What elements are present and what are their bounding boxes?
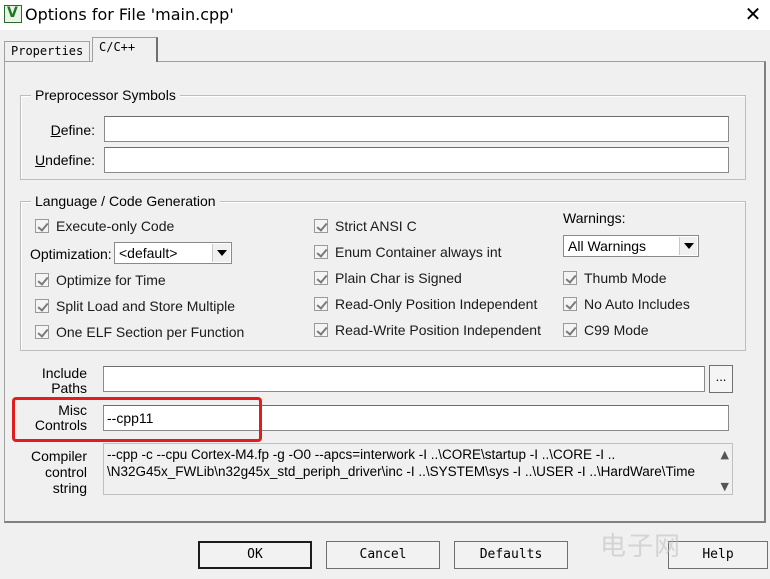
help-button[interactable]: Help (668, 541, 768, 569)
chevron-down-icon[interactable] (679, 237, 697, 255)
checkbox-icon (314, 323, 328, 337)
tab-properties[interactable]: Properties (4, 41, 90, 61)
checkbox-icon (35, 219, 49, 233)
define-label-text: efine: (60, 122, 95, 138)
scroll-down-icon[interactable]: ▼ (721, 478, 729, 494)
checkbox-icon (35, 273, 49, 287)
cancel-button[interactable]: Cancel (326, 541, 440, 569)
optimization-select[interactable]: <default> (114, 242, 232, 264)
checkbox-icon (35, 299, 49, 313)
include-paths-label: Include Paths (41, 365, 87, 396)
defaults-button[interactable]: Defaults (454, 541, 568, 569)
optimize-for-time-checkbox[interactable]: Optimize for Time (35, 272, 166, 288)
checkbox-icon (35, 325, 49, 339)
no-auto-includes-checkbox[interactable]: No Auto Includes (563, 296, 690, 312)
checkbox-icon (563, 297, 577, 311)
enum-container-checkbox[interactable]: Enum Container always int (314, 244, 502, 260)
warnings-label: Warnings: (563, 210, 626, 226)
language-code-generation-label: Language / Code Generation (31, 193, 220, 209)
split-load-store-checkbox[interactable]: Split Load and Store Multiple (35, 298, 235, 314)
preprocessor-symbols-label: Preprocessor Symbols (31, 87, 180, 103)
ok-button[interactable]: OK (198, 541, 312, 569)
include-paths-input[interactable] (103, 366, 705, 392)
checkbox-icon (563, 323, 577, 337)
read-only-position-independent-checkbox[interactable]: Read-Only Position Independent (314, 296, 537, 312)
tab-c-cpp[interactable]: C/C++ (92, 37, 158, 62)
compiler-control-string[interactable]: --cpp -c --cpu Cortex-M4.fp -g -O0 --apc… (103, 443, 733, 495)
compiler-control-string-label: Compiler control string (30, 448, 87, 496)
scroll-up-icon[interactable]: ▲ (721, 446, 729, 463)
browse-include-paths-button[interactable]: ... (709, 365, 733, 393)
checkbox-icon (314, 297, 328, 311)
c99-mode-checkbox[interactable]: C99 Mode (563, 322, 649, 338)
warnings-select[interactable]: All Warnings (563, 235, 699, 257)
title-bar: V Options for File 'main.cpp' ✕ (0, 0, 770, 30)
undefine-label-text: ndefine: (45, 152, 95, 168)
checkbox-icon (314, 219, 328, 233)
define-label: Define: (50, 122, 95, 138)
plain-char-signed-checkbox[interactable]: Plain Char is Signed (314, 270, 462, 286)
close-button[interactable]: ✕ (740, 2, 766, 26)
strict-ansi-c-checkbox[interactable]: Strict ANSI C (314, 218, 417, 234)
misc-controls-input[interactable] (103, 405, 729, 431)
chevron-down-icon[interactable] (212, 244, 230, 262)
window-title: Options for File 'main.cpp' (25, 5, 234, 24)
optimization-label: Optimization: (30, 246, 112, 262)
compiler-control-line-1: --cpp -c --cpu Cortex-M4.fp -g -O0 --apc… (107, 447, 616, 462)
one-elf-section-checkbox[interactable]: One ELF Section per Function (35, 324, 244, 340)
undefine-input[interactable] (104, 147, 729, 173)
execute-only-checkbox[interactable]: Execute-only Code (35, 218, 174, 234)
compiler-control-line-2: \N32G45x_FWLib\n32g45x_std_periph_driver… (107, 464, 695, 479)
checkbox-icon (563, 271, 577, 285)
keil-app-icon: V (4, 5, 22, 23)
read-write-position-independent-checkbox[interactable]: Read-Write Position Independent (314, 322, 541, 338)
misc-controls-label: Misc Controls (34, 402, 87, 433)
checkbox-icon (314, 245, 328, 259)
undefine-label: Undefine: (35, 152, 95, 168)
checkbox-icon (314, 271, 328, 285)
define-input[interactable] (104, 116, 729, 142)
thumb-mode-checkbox[interactable]: Thumb Mode (563, 270, 666, 286)
